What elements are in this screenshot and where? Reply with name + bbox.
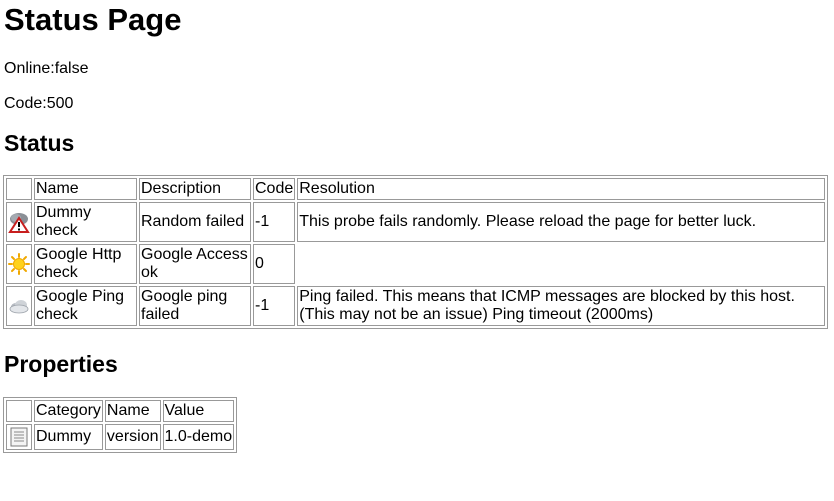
status-page: Status Page Online:false Code:500 Status…: [0, 0, 834, 453]
status-heading: Status: [4, 130, 75, 156]
status-header-icon-cell: [6, 178, 32, 200]
status-row-code: -1: [253, 202, 296, 242]
status-row-description: Google ping failed: [139, 286, 251, 326]
status-header-description: Description: [139, 178, 251, 200]
status-icon-cell: [6, 286, 32, 326]
status-row-resolution: [297, 244, 825, 284]
properties-header-icon-cell: [6, 400, 32, 422]
sun-icon: [7, 253, 31, 275]
status-row-resolution: Ping failed. This means that ICMP messag…: [297, 286, 825, 326]
status-code: Code:500: [4, 95, 74, 112]
property-row-value: 1.0-demo: [162, 424, 235, 450]
status-header-code: Code: [253, 178, 296, 200]
status-header-resolution: Resolution: [297, 178, 825, 200]
status-row-name: Google Ping check: [34, 286, 137, 326]
properties-header-value: Value: [162, 400, 235, 422]
status-icon-cell: [6, 244, 32, 284]
table-row: Google Ping check Google ping failed -1 …: [6, 286, 825, 326]
status-row-description: Google Access ok: [139, 244, 251, 284]
properties-table: Category Name Value Dummy version 1.0-de…: [3, 397, 238, 453]
properties-heading: Properties: [4, 351, 118, 377]
table-row: Dummy check Random failed -1 This probe …: [6, 202, 825, 242]
property-row-category: Dummy: [34, 424, 103, 450]
status-table-header-row: Name Description Code Resolution: [6, 178, 825, 200]
page-title: Status Page: [4, 2, 182, 37]
property-row-name: version: [104, 424, 161, 450]
table-row: Google Http check Google Access ok 0: [6, 244, 825, 284]
status-table: Name Description Code Resolution Dummy c…: [3, 175, 828, 329]
status-icon-cell: [6, 202, 32, 242]
status-row-code: 0: [253, 244, 296, 284]
status-row-name: Dummy check: [34, 202, 137, 242]
properties-header-name: Name: [104, 400, 161, 422]
online-status: Online:false: [4, 60, 89, 77]
cloud-icon: [7, 295, 31, 317]
document-icon: [7, 427, 31, 447]
properties-header-category: Category: [34, 400, 103, 422]
status-row-resolution: This probe fails randomly. Please reload…: [297, 202, 825, 242]
status-row-code: -1: [253, 286, 296, 326]
table-row: Dummy version 1.0-demo: [6, 424, 235, 450]
status-row-name: Google Http check: [34, 244, 137, 284]
storm-warning-icon: [7, 211, 31, 233]
status-row-description: Random failed: [139, 202, 251, 242]
property-icon-cell: [6, 424, 32, 450]
status-header-name: Name: [34, 178, 137, 200]
properties-table-header-row: Category Name Value: [6, 400, 235, 422]
